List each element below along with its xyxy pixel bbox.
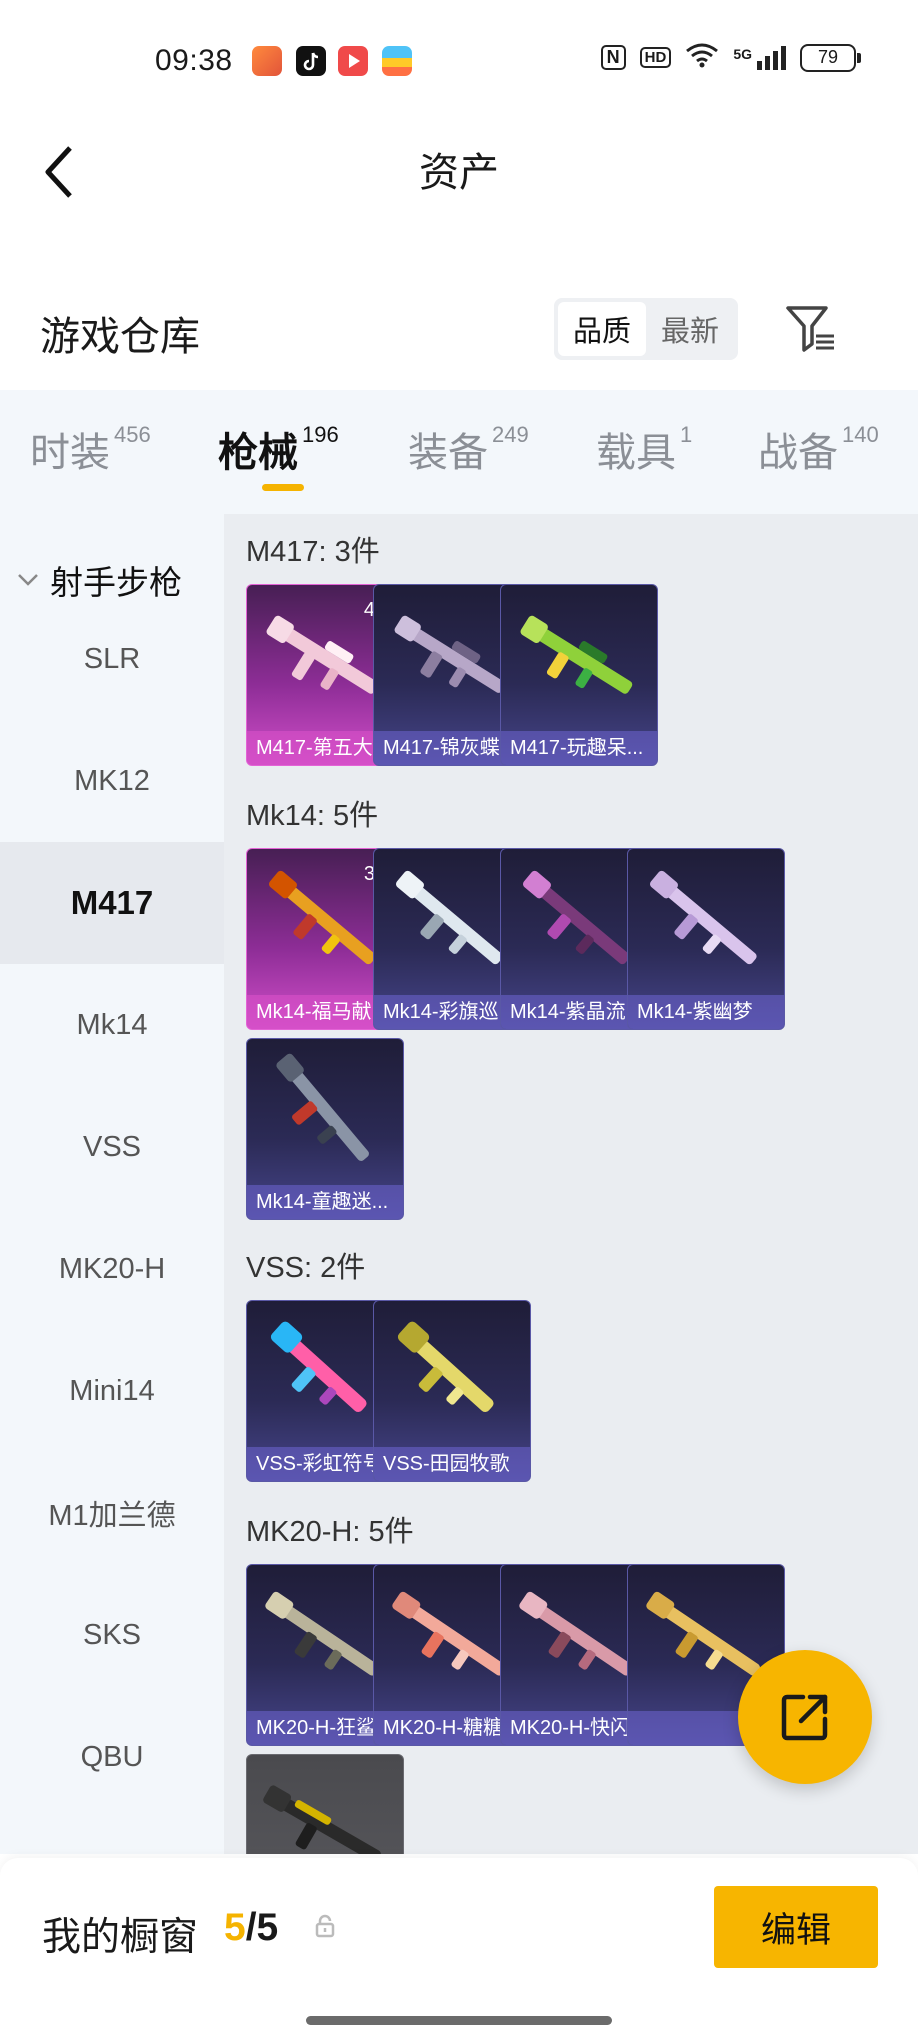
- active-tab-indicator: [262, 484, 304, 491]
- header: 资产: [0, 120, 918, 230]
- game-app-icon: [252, 46, 282, 76]
- sidebar-item-sks[interactable]: SKS: [0, 1574, 224, 1696]
- rifle-icon: [263, 1785, 381, 1854]
- rifle-icon: [397, 1321, 494, 1413]
- sidebar-group-label: 射手步枪: [50, 564, 182, 601]
- tab-count: 249: [492, 422, 529, 447]
- group-label-mk14: Mk14: 5件: [246, 800, 379, 832]
- status-time: 09:38: [155, 44, 233, 77]
- sidebar-item-qbu[interactable]: QBU: [0, 1696, 224, 1818]
- filter-icon: [786, 306, 834, 352]
- tiktok-icon: [296, 46, 326, 76]
- status-right: N HD 5G 79: [600, 42, 861, 73]
- share-external-icon: [781, 1694, 828, 1741]
- weapon-card[interactable]: Mk14-紫幽梦: [627, 848, 785, 1030]
- nfc-icon: N: [600, 45, 626, 70]
- tab-label: 载具: [596, 431, 676, 475]
- tab-label: 战备: [758, 431, 838, 475]
- card-name: Mk14-童趣迷...: [247, 1185, 403, 1219]
- tab-equipment[interactable]: 装备 249: [408, 420, 529, 478]
- group-label-vss: VSS: 2件: [246, 1252, 366, 1284]
- sidebar-item-vss[interactable]: VSS: [0, 1086, 224, 1208]
- tab-fashion[interactable]: 时装 456: [30, 420, 151, 478]
- tab-supplies[interactable]: 战备 140: [758, 420, 879, 478]
- status-bar: 09:38 N HD 5G 79: [0, 0, 918, 120]
- rifle-icon: [276, 1053, 369, 1161]
- weapon-card[interactable]: M417-玩趣呆...: [500, 584, 658, 766]
- group-label-m417: M417: 3件: [246, 536, 380, 568]
- showcase-total: 5: [256, 1906, 279, 1949]
- tab-label: 时装: [30, 431, 110, 475]
- lock-icon: [314, 1914, 336, 1943]
- tab-count: 1: [680, 422, 693, 447]
- sidebar-group-header[interactable]: 射手步枪: [16, 556, 182, 604]
- tab-count: 140: [842, 422, 879, 447]
- card-name: VSS-田园牧歌: [374, 1447, 530, 1481]
- tab-weapons[interactable]: 枪械 196: [218, 420, 339, 478]
- group-label-mk20h: MK20-H: 5件: [246, 1516, 414, 1548]
- edit-button[interactable]: 编辑: [714, 1886, 878, 1968]
- showcase-current: 5: [224, 1906, 246, 1949]
- showcase-separator: /: [245, 1906, 257, 1949]
- battery-indicator: 79: [800, 43, 861, 72]
- weapon-card[interactable]: VSS-田园牧歌: [373, 1300, 531, 1482]
- home-indicator[interactable]: [306, 2016, 612, 2025]
- 5g-label: 5G: [733, 45, 752, 62]
- sidebar-item-slr[interactable]: SLR: [0, 598, 224, 720]
- sort-toggle: 品质 最新: [554, 298, 738, 360]
- weapon-type-sidebar: 射手步枪 SLR MK12 M417 Mk14 VSS MK20-H Mini1…: [0, 514, 224, 1854]
- filter-button[interactable]: [782, 300, 838, 356]
- hd-icon: HD: [639, 47, 672, 68]
- sort-quality-button[interactable]: 品质: [558, 302, 646, 356]
- category-tabs: 时装 456 枪械 196 装备 249 载具 1 战备 140: [0, 390, 918, 514]
- sidebar-item-m1-garand[interactable]: M1加兰德: [0, 1452, 224, 1574]
- warehouse-row: 游戏仓库 品质 最新: [0, 280, 918, 380]
- 5g-signal-icon: 5G: [733, 45, 786, 70]
- weapon-card[interactable]: [246, 1754, 404, 1854]
- video-app-icon: [338, 46, 368, 76]
- sidebar-item-mk14[interactable]: Mk14: [0, 964, 224, 1086]
- weapon-card[interactable]: Mk14-童趣迷...: [246, 1038, 404, 1220]
- tab-vehicles[interactable]: 载具 1: [596, 420, 692, 478]
- rifle-icon: [520, 615, 633, 694]
- sidebar-item-mini14[interactable]: Mini14: [0, 1330, 224, 1452]
- sort-newest-button[interactable]: 最新: [646, 302, 734, 356]
- card-name: M417-玩趣呆...: [501, 731, 657, 765]
- tab-label: 枪械: [218, 431, 298, 475]
- tab-label: 装备: [408, 431, 488, 475]
- tab-count: 456: [114, 422, 151, 447]
- rifle-icon: [649, 870, 757, 965]
- chevron-down-icon: [18, 574, 38, 586]
- wifi-icon: [685, 42, 719, 73]
- page-title: 资产: [419, 151, 499, 195]
- showcase-bar: 我的橱窗 5/5 编辑: [0, 1858, 918, 2040]
- share-fab-button[interactable]: [738, 1650, 872, 1784]
- sidebar-item-m417[interactable]: M417: [0, 842, 224, 964]
- sidebar-item-mk20h[interactable]: MK20-H: [0, 1208, 224, 1330]
- sidebar-item-mk12[interactable]: MK12: [0, 720, 224, 842]
- showcase-count: 5/5: [224, 1906, 278, 1950]
- wallet-app-icon: [382, 46, 412, 76]
- warehouse-title: 游戏仓库: [40, 315, 200, 359]
- tab-count: 196: [302, 422, 339, 447]
- card-name: Mk14-紫幽梦: [628, 995, 784, 1029]
- showcase-label: 我的橱窗: [42, 1916, 199, 1959]
